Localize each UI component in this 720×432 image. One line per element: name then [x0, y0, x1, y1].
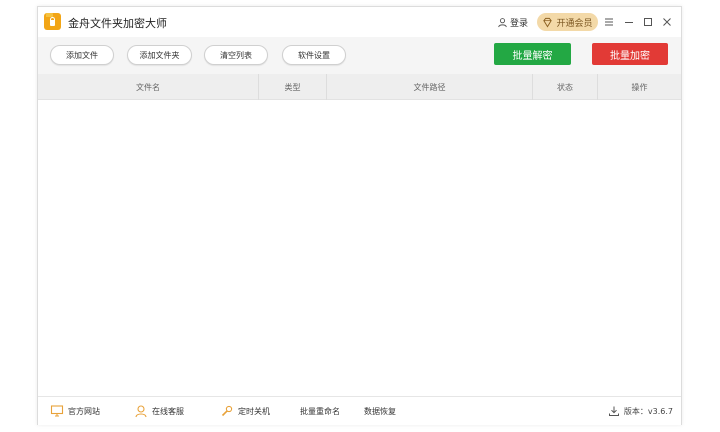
vip-label: 开通会员	[556, 18, 593, 29]
column-status[interactable]: 状态	[533, 74, 598, 100]
website-label: 官方网站	[68, 406, 100, 416]
headset-icon	[135, 405, 147, 418]
footer: 官方网站 在线客服 定时关机 批量重命名 数据恢复 版本：v3.6.7	[38, 396, 681, 425]
online-support-link[interactable]: 在线客服	[134, 397, 184, 425]
add-file-button[interactable]: 添加文件	[50, 45, 114, 65]
settings-button[interactable]: 软件设置	[282, 45, 346, 65]
batch-encrypt-button[interactable]: 批量加密	[592, 43, 668, 65]
version-info: 版本：v3.6.7	[608, 397, 673, 425]
login-button[interactable]: 登录	[497, 16, 528, 29]
login-label: 登录	[510, 19, 529, 29]
monitor-icon	[50, 405, 64, 417]
batch-decrypt-button[interactable]: 批量解密	[494, 43, 571, 65]
support-label: 在线客服	[152, 406, 184, 416]
user-icon	[498, 18, 507, 28]
menu-icon[interactable]	[602, 14, 616, 28]
folder-lock-icon	[44, 13, 61, 30]
vip-button[interactable]: 开通会员	[537, 13, 598, 31]
batch-rename-link[interactable]: 批量重命名	[300, 397, 340, 425]
timed-shutdown-link[interactable]: 定时关机	[220, 397, 270, 425]
version-label: 版本：v3.6.7	[623, 406, 673, 416]
column-type[interactable]: 类型	[259, 74, 327, 100]
data-recovery-link[interactable]: 数据恢复	[364, 397, 396, 425]
column-filename[interactable]: 文件名	[38, 74, 259, 100]
app-window: 金舟文件夹加密大师 登录 开通会员 添加文件 添加文件夹 清空列表 软件设置 批…	[37, 6, 682, 425]
wrench-icon	[221, 405, 233, 417]
clear-list-button[interactable]: 清空列表	[204, 45, 268, 65]
app-title: 金舟文件夹加密大师	[68, 17, 167, 30]
download-icon[interactable]	[608, 405, 620, 417]
column-path[interactable]: 文件路径	[327, 74, 533, 100]
close-icon[interactable]	[660, 14, 674, 28]
column-actions[interactable]: 操作	[598, 74, 681, 100]
file-list[interactable]	[38, 100, 681, 396]
table-header: 文件名 类型 文件路径 状态 操作	[38, 74, 681, 100]
maximize-icon[interactable]	[641, 14, 655, 28]
diamond-icon	[543, 17, 553, 27]
add-folder-button[interactable]: 添加文件夹	[127, 45, 192, 65]
shutdown-label: 定时关机	[238, 406, 270, 416]
minimize-icon[interactable]	[622, 14, 636, 28]
toolbar: 添加文件 添加文件夹 清空列表 软件设置 批量解密 批量加密	[38, 37, 681, 74]
title-bar: 金舟文件夹加密大师 登录 开通会员	[38, 7, 681, 37]
official-website-link[interactable]: 官方网站	[50, 397, 100, 425]
